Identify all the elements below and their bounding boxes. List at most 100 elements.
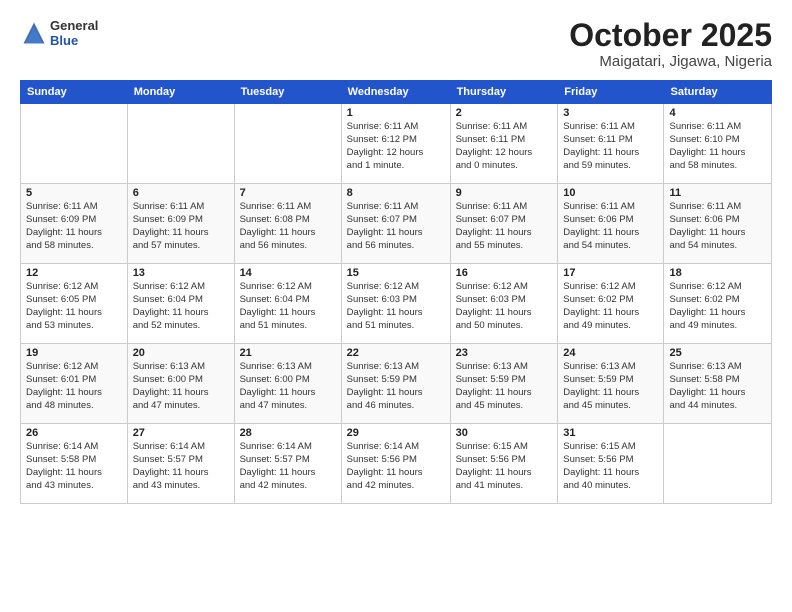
- calendar-cell: 14 Sunrise: 6:12 AM Sunset: 6:04 PM Dayli…: [234, 264, 341, 344]
- day-number: 14: [240, 267, 336, 279]
- weekday-header-row: SundayMondayTuesdayWednesdayThursdayFrid…: [21, 81, 772, 104]
- calendar-cell: 18Sunrise: 6:12 AM Sunset: 6:02 PM Dayli…: [664, 264, 772, 344]
- day-info: Sunrise: 6:11 AM Sunset: 6:08 PM Dayligh…: [240, 201, 336, 252]
- day-number: 2: [456, 107, 553, 119]
- day-number: 26: [26, 427, 122, 439]
- day-info: Sunrise: 6:15 AM Sunset: 5:56 PM Dayligh…: [456, 441, 553, 492]
- calendar-cell: 22 Sunrise: 6:13 AM Sunset: 5:59 PM Dayli…: [341, 344, 450, 424]
- day-info: Sunrise: 6:13 AM Sunset: 6:00 PM Dayligh…: [133, 361, 229, 412]
- day-info: Sunrise: 6:13 AM Sunset: 5:59 PM Dayligh…: [563, 361, 658, 412]
- page: General Blue October 2025 Maigatari, Jig…: [0, 0, 792, 612]
- logo: General Blue: [20, 18, 98, 48]
- day-info: Sunrise: 6:12 AM Sunset: 6:03 PM Dayligh…: [347, 281, 445, 332]
- week-row-2: 5 Sunrise: 6:11 AM Sunset: 6:09 PM Daylig…: [21, 184, 772, 264]
- day-number: 11: [669, 187, 766, 199]
- day-number: 19: [26, 347, 122, 359]
- day-number: 7: [240, 187, 336, 199]
- day-info: Sunrise: 6:15 AM Sunset: 5:56 PM Dayligh…: [563, 441, 658, 492]
- calendar-cell: 13Sunrise: 6:12 AM Sunset: 6:04 PM Dayli…: [127, 264, 234, 344]
- calendar-cell: 11 Sunrise: 6:11 AM Sunset: 6:06 PM Dayli…: [664, 184, 772, 264]
- header: General Blue October 2025 Maigatari, Jig…: [20, 18, 772, 70]
- day-number: 1: [347, 107, 445, 119]
- week-row-1: 1Sunrise: 6:11 AM Sunset: 6:12 PM Daylig…: [21, 104, 772, 184]
- weekday-sunday: Sunday: [21, 81, 128, 104]
- calendar-cell: 5 Sunrise: 6:11 AM Sunset: 6:09 PM Daylig…: [21, 184, 128, 264]
- title-block: October 2025 Maigatari, Jigawa, Nigeria: [569, 18, 772, 70]
- day-info: Sunrise: 6:13 AM Sunset: 5:59 PM Dayligh…: [456, 361, 553, 412]
- day-info: Sunrise: 6:11 AM Sunset: 6:07 PM Dayligh…: [347, 201, 445, 252]
- day-number: 27: [133, 427, 229, 439]
- calendar-cell: 1Sunrise: 6:11 AM Sunset: 6:12 PM Daylig…: [341, 104, 450, 184]
- day-number: 24: [563, 347, 658, 359]
- day-info: Sunrise: 6:13 AM Sunset: 5:59 PM Dayligh…: [347, 361, 445, 412]
- day-number: 22: [347, 347, 445, 359]
- day-info: Sunrise: 6:12 AM Sunset: 6:04 PM Dayligh…: [240, 281, 336, 332]
- week-row-3: 12 Sunrise: 6:12 AM Sunset: 6:05 PM Dayli…: [21, 264, 772, 344]
- day-info: Sunrise: 6:12 AM Sunset: 6:01 PM Dayligh…: [26, 361, 122, 412]
- weekday-monday: Monday: [127, 81, 234, 104]
- day-info: Sunrise: 6:14 AM Sunset: 5:57 PM Dayligh…: [133, 441, 229, 492]
- day-number: 8: [347, 187, 445, 199]
- calendar-cell: 24 Sunrise: 6:13 AM Sunset: 5:59 PM Dayli…: [558, 344, 664, 424]
- calendar-cell: 23Sunrise: 6:13 AM Sunset: 5:59 PM Dayli…: [450, 344, 558, 424]
- day-info: Sunrise: 6:14 AM Sunset: 5:56 PM Dayligh…: [347, 441, 445, 492]
- calendar-cell: 6Sunrise: 6:11 AM Sunset: 6:09 PM Daylig…: [127, 184, 234, 264]
- weekday-saturday: Saturday: [664, 81, 772, 104]
- day-info: Sunrise: 6:12 AM Sunset: 6:02 PM Dayligh…: [563, 281, 658, 332]
- calendar-cell: 29 Sunrise: 6:14 AM Sunset: 5:56 PM Dayli…: [341, 424, 450, 504]
- day-info: Sunrise: 6:13 AM Sunset: 6:00 PM Dayligh…: [240, 361, 336, 412]
- day-number: 10: [563, 187, 658, 199]
- day-number: 4: [669, 107, 766, 119]
- calendar-cell: 20 Sunrise: 6:13 AM Sunset: 6:00 PM Dayli…: [127, 344, 234, 424]
- calendar-cell: 12 Sunrise: 6:12 AM Sunset: 6:05 PM Dayli…: [21, 264, 128, 344]
- calendar-cell: 4 Sunrise: 6:11 AM Sunset: 6:10 PM Daylig…: [664, 104, 772, 184]
- day-number: 29: [347, 427, 445, 439]
- day-number: 9: [456, 187, 553, 199]
- day-number: 5: [26, 187, 122, 199]
- day-info: Sunrise: 6:11 AM Sunset: 6:06 PM Dayligh…: [563, 201, 658, 252]
- day-info: Sunrise: 6:11 AM Sunset: 6:10 PM Dayligh…: [669, 121, 766, 172]
- calendar-cell: [21, 104, 128, 184]
- weekday-wednesday: Wednesday: [341, 81, 450, 104]
- calendar-cell: 7 Sunrise: 6:11 AM Sunset: 6:08 PM Daylig…: [234, 184, 341, 264]
- month-title: October 2025: [569, 18, 772, 53]
- day-number: 18: [669, 267, 766, 279]
- calendar-cell: 15 Sunrise: 6:12 AM Sunset: 6:03 PM Dayli…: [341, 264, 450, 344]
- day-info: Sunrise: 6:11 AM Sunset: 6:07 PM Dayligh…: [456, 201, 553, 252]
- day-number: 15: [347, 267, 445, 279]
- day-number: 31: [563, 427, 658, 439]
- logo-icon: [20, 19, 48, 47]
- day-info: Sunrise: 6:12 AM Sunset: 6:05 PM Dayligh…: [26, 281, 122, 332]
- logo-text: General Blue: [50, 18, 98, 48]
- calendar-cell: 21 Sunrise: 6:13 AM Sunset: 6:00 PM Dayli…: [234, 344, 341, 424]
- day-info: Sunrise: 6:14 AM Sunset: 5:57 PM Dayligh…: [240, 441, 336, 492]
- calendar-cell: 31 Sunrise: 6:15 AM Sunset: 5:56 PM Dayli…: [558, 424, 664, 504]
- day-info: Sunrise: 6:11 AM Sunset: 6:09 PM Dayligh…: [26, 201, 122, 252]
- day-number: 6: [133, 187, 229, 199]
- calendar-cell: 10 Sunrise: 6:11 AM Sunset: 6:06 PM Dayli…: [558, 184, 664, 264]
- day-info: Sunrise: 6:11 AM Sunset: 6:06 PM Dayligh…: [669, 201, 766, 252]
- day-number: 21: [240, 347, 336, 359]
- day-info: Sunrise: 6:11 AM Sunset: 6:11 PM Dayligh…: [456, 121, 553, 172]
- calendar-cell: [664, 424, 772, 504]
- weekday-thursday: Thursday: [450, 81, 558, 104]
- calendar-cell: 16Sunrise: 6:12 AM Sunset: 6:03 PM Dayli…: [450, 264, 558, 344]
- calendar-cell: 25 Sunrise: 6:13 AM Sunset: 5:58 PM Dayli…: [664, 344, 772, 424]
- calendar-cell: 8 Sunrise: 6:11 AM Sunset: 6:07 PM Daylig…: [341, 184, 450, 264]
- calendar-cell: 28 Sunrise: 6:14 AM Sunset: 5:57 PM Dayli…: [234, 424, 341, 504]
- day-number: 30: [456, 427, 553, 439]
- day-info: Sunrise: 6:11 AM Sunset: 6:11 PM Dayligh…: [563, 121, 658, 172]
- calendar-cell: 30 Sunrise: 6:15 AM Sunset: 5:56 PM Dayli…: [450, 424, 558, 504]
- location: Maigatari, Jigawa, Nigeria: [569, 53, 772, 70]
- calendar-cell: 3Sunrise: 6:11 AM Sunset: 6:11 PM Daylig…: [558, 104, 664, 184]
- calendar-cell: 19 Sunrise: 6:12 AM Sunset: 6:01 PM Dayli…: [21, 344, 128, 424]
- day-number: 17: [563, 267, 658, 279]
- day-number: 25: [669, 347, 766, 359]
- logo-general: General: [50, 18, 98, 33]
- day-info: Sunrise: 6:13 AM Sunset: 5:58 PM Dayligh…: [669, 361, 766, 412]
- logo-blue: Blue: [50, 33, 98, 48]
- day-number: 20: [133, 347, 229, 359]
- day-info: Sunrise: 6:12 AM Sunset: 6:04 PM Dayligh…: [133, 281, 229, 332]
- day-number: 28: [240, 427, 336, 439]
- day-number: 12: [26, 267, 122, 279]
